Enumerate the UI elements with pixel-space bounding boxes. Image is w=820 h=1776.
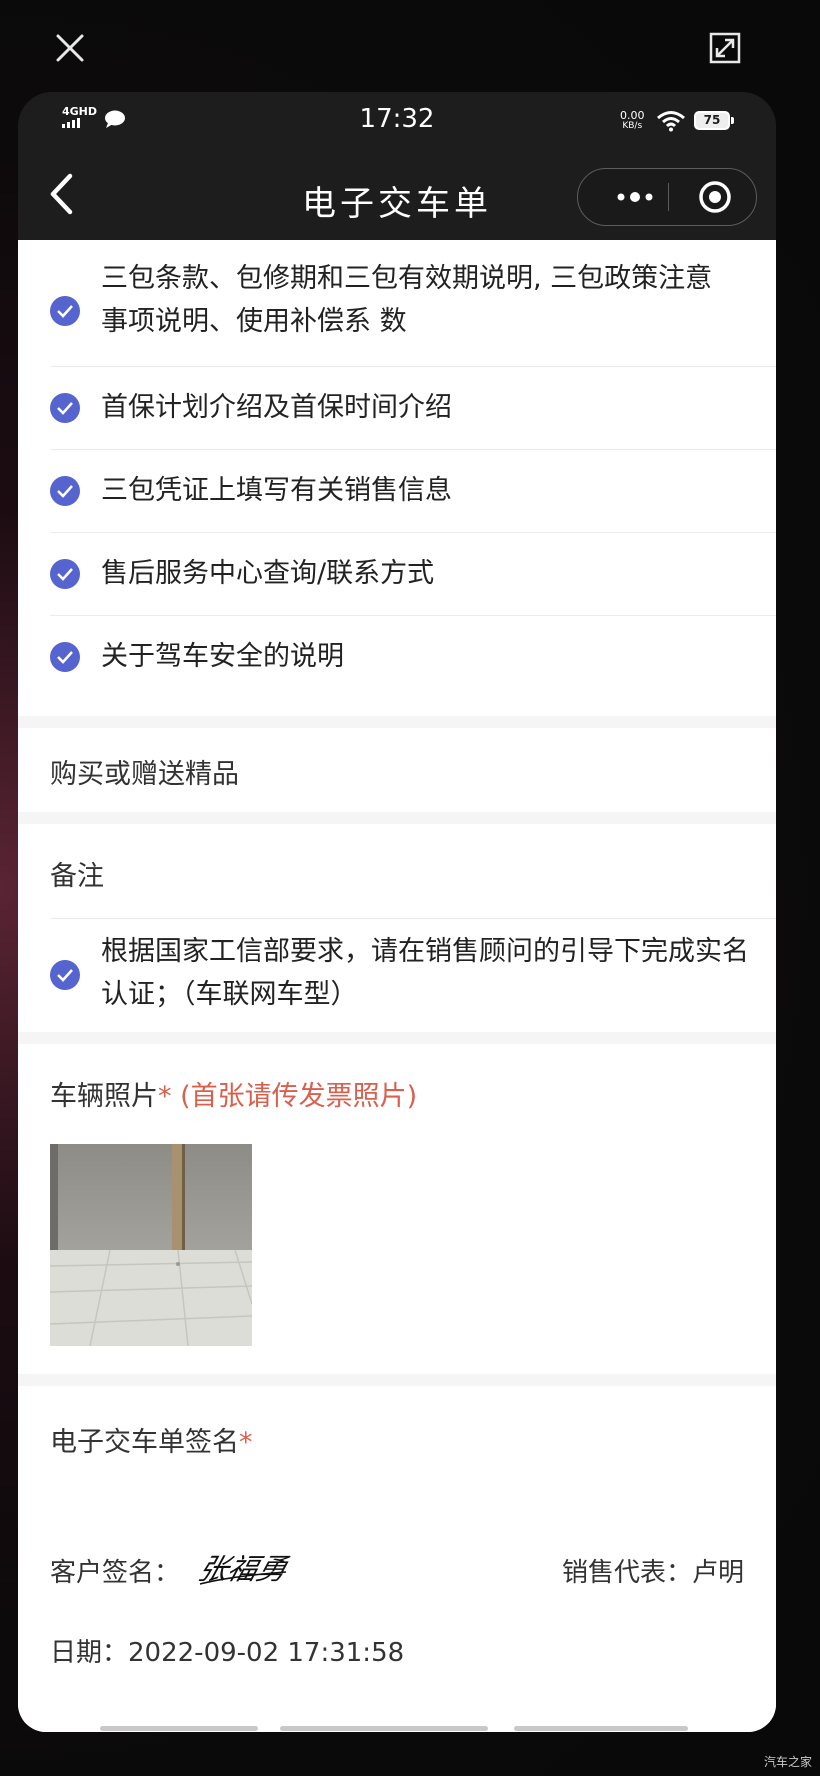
scroll-indicator [280, 1726, 488, 1731]
checklist-item-label: 三包凭证上填写有关销售信息 [101, 475, 452, 506]
sales-rep-name: 卢明 [691, 1558, 744, 1588]
vehicle-photo-thumbnail[interactable] [50, 1144, 252, 1346]
remarks-label: 备注 [50, 861, 104, 892]
check-icon[interactable] [50, 642, 80, 672]
checklist-card: 三包条款、包修期和三包有效期说明, 三包政策注意事项说明、使用补偿系 数 首保计… [18, 240, 776, 716]
checklist-item-label: 售后服务中心查询/联系方式 [101, 558, 435, 589]
capsule-divider [668, 183, 669, 211]
sales-rep: 销售代表：卢明 [562, 1552, 744, 1589]
speed-value: 0.00 [620, 109, 645, 122]
more-dots-icon [617, 192, 653, 202]
remarks-item-label: 根据国家工信部要求，请在销售顾问的引导下完成实名认证；（车联网车型） [101, 936, 749, 1010]
vehicle-photos-card: 车辆照片* (首张请传发票照片) [18, 1044, 776, 1374]
checklist-item[interactable]: 关于驾车安全的说明 [18, 616, 776, 698]
gifts-label: 购买或赠送精品 [50, 759, 239, 790]
remarks-card: 备注 根据国家工信部要求，请在销售顾问的引导下完成实名认证；（车联网车型） [18, 824, 776, 1032]
remarks-item[interactable]: 根据国家工信部要求，请在销售顾问的引导下完成实名认证；（车联网车型） [18, 919, 776, 1032]
close-icon[interactable] [52, 30, 88, 66]
check-icon[interactable] [50, 296, 80, 326]
mini-program-capsule [577, 168, 757, 226]
checklist-item-label: 关于驾车安全的说明 [101, 641, 344, 672]
date-value: 2022-09-02 17:31:58 [128, 1638, 405, 1668]
checklist-item[interactable]: 三包条款、包修期和三包有效期说明, 三包政策注意事项说明、使用补偿系 数 [18, 254, 776, 364]
required-mark: * [158, 1081, 172, 1112]
expand-icon[interactable] [707, 30, 743, 66]
check-icon[interactable] [50, 960, 80, 990]
form-content: 三包条款、包修期和三包有效期说明, 三包政策注意事项说明、使用补偿系 数 首保计… [18, 240, 776, 1732]
network-speed: 0.00 KB/s [620, 110, 645, 132]
speed-unit: KB/s [622, 121, 643, 131]
required-mark: * [239, 1427, 253, 1458]
gifts-card[interactable]: 购买或赠送精品 [18, 728, 776, 812]
customer-signature-image[interactable]: 张福勇 [196, 1546, 292, 1592]
watermark: 汽车之家 [763, 1755, 812, 1769]
signature-label: 电子交车单签名* [50, 1420, 253, 1459]
signature-title: 电子交车单签名 [50, 1427, 239, 1458]
navigation-bar: 电子交车单 [18, 152, 776, 240]
check-icon[interactable] [50, 393, 80, 423]
signature-card: 电子交车单签名* 客户签名： 张福勇 销售代表：卢明 日期：2022-09-02… [18, 1386, 776, 1732]
scroll-indicator [514, 1726, 688, 1731]
phone-screen: 4GHD 17:32 0.00 KB/s 75 电子交车单 三包条款、包修期和三… [18, 92, 776, 1732]
checklist-item-label: 首保计划介绍及首保时间介绍 [101, 392, 452, 423]
vehicle-photos-hint: (首张请传发票照片) [180, 1081, 418, 1112]
date-row: 日期：2022-09-02 17:31:58 [50, 1632, 744, 1669]
status-bar: 4GHD 17:32 0.00 KB/s 75 [18, 92, 776, 152]
vehicle-photos-title: 车辆照片 [50, 1081, 158, 1112]
customer-signature-label: 客户签名： [50, 1558, 181, 1588]
wifi-icon [657, 111, 685, 132]
date-label: 日期： [50, 1638, 129, 1668]
close-mini-program-button[interactable] [683, 169, 747, 225]
target-circle-icon [699, 181, 731, 213]
battery-icon: 75 [694, 111, 734, 130]
signature-row: 客户签名： 张福勇 销售代表：卢明 [50, 1546, 744, 1592]
checklist-item[interactable]: 三包凭证上填写有关销售信息 [18, 450, 776, 532]
checklist-item[interactable]: 首保计划介绍及首保时间介绍 [18, 367, 776, 449]
checklist-item-label: 三包条款、包修期和三包有效期说明, 三包政策注意事项说明、使用补偿系 数 [101, 263, 713, 337]
checklist-item[interactable]: 售后服务中心查询/联系方式 [18, 533, 776, 615]
sales-rep-label: 销售代表： [561, 1558, 692, 1588]
check-icon[interactable] [50, 476, 80, 506]
check-icon[interactable] [50, 559, 80, 589]
vehicle-photos-label: 车辆照片* (首张请传发票照片) [50, 1074, 417, 1113]
scroll-indicator [100, 1726, 258, 1731]
more-button[interactable] [600, 169, 670, 225]
